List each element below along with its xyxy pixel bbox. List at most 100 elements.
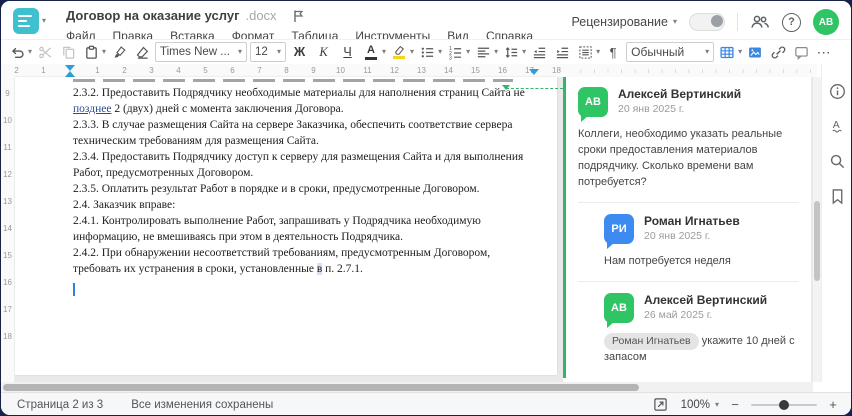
- insert-link-icon[interactable]: [768, 42, 788, 63]
- save-status: Все изменения сохранены: [131, 398, 274, 411]
- ruler-number: 18: [543, 64, 570, 77]
- user-avatar[interactable]: АВ: [813, 9, 839, 35]
- comment-author: Алексей Вертинский: [618, 87, 742, 101]
- zoom-out-button[interactable]: −: [729, 397, 741, 412]
- decrease-indent-icon[interactable]: [529, 42, 549, 63]
- highlight-color-button[interactable]: [389, 42, 409, 63]
- format-painter-icon[interactable]: [109, 42, 129, 63]
- commented-word[interactable]: позднее: [73, 103, 111, 115]
- document-page[interactable]: 2.3.2. Предоставить Подрядчику необходим…: [15, 77, 557, 375]
- help-icon[interactable]: ?: [782, 12, 801, 32]
- font-name-select[interactable]: Times New ... ▾: [155, 42, 248, 62]
- header: ▾ Договор на оказание услуг .docx Файл Пра…: [1, 1, 851, 43]
- bullet-list-icon[interactable]: [417, 42, 437, 63]
- title-block: Договор на оказание услуг .docx Файл Правк…: [66, 5, 533, 43]
- paste-menu-caret[interactable]: ▾: [102, 48, 106, 56]
- more-tools-button[interactable]: ⋯: [814, 42, 834, 63]
- paragraph-settings-icon[interactable]: [575, 42, 595, 63]
- divider: [737, 13, 738, 31]
- paragraph-2-4-2: 2.4.2. При обнаружении несоответствий тр…: [73, 247, 491, 275]
- ruler-number: 5: [192, 64, 219, 77]
- scrollbar-thumb[interactable]: [3, 383, 639, 391]
- insert-image-icon[interactable]: [745, 42, 765, 63]
- bold-button[interactable]: Ж: [289, 42, 310, 63]
- copy-icon[interactable]: [58, 42, 78, 63]
- zoom-level-button[interactable]: 100% ▾: [681, 399, 719, 411]
- italic-button[interactable]: К: [313, 42, 334, 63]
- search-icon[interactable]: [828, 152, 846, 170]
- undo-button[interactable]: [7, 42, 27, 63]
- vertical-ruler[interactable]: 9 10 11 12 13 14 15 16 17 18: [1, 77, 15, 382]
- font-color-caret[interactable]: ▾: [382, 48, 386, 56]
- ruler-number: 10: [327, 64, 354, 77]
- spellcheck-icon[interactable]: А: [828, 117, 846, 135]
- horizontal-scrollbar[interactable]: [1, 382, 813, 392]
- zoom-in-button[interactable]: +: [827, 397, 839, 412]
- comment-reply[interactable]: РИ Роман Игнатьев 20 янв 2025 г. Нам пот…: [578, 213, 799, 270]
- font-size-select[interactable]: 12 ▾: [250, 42, 287, 62]
- bookmark-icon[interactable]: [828, 187, 846, 205]
- fit-page-icon[interactable]: [651, 394, 671, 415]
- ruler-number: 10: [3, 116, 12, 125]
- zoom-slider-knob[interactable]: [779, 399, 789, 410]
- horizontal-ruler[interactable]: 2 1 1 2 3 4 5 6 7 8 9 10 11 12 13 14 15 16 17 18: [1, 64, 817, 78]
- review-mode-button[interactable]: Рецензирование ▾: [571, 15, 677, 29]
- line-spacing-icon[interactable]: [501, 42, 521, 63]
- line-spacing-caret[interactable]: ▾: [522, 48, 526, 56]
- ruler-number: 2: [3, 64, 30, 77]
- insert-table-caret[interactable]: ▾: [738, 48, 742, 56]
- underline-button[interactable]: Ч: [337, 42, 358, 63]
- font-color-button[interactable]: А: [361, 42, 381, 63]
- comment-reply[interactable]: АВ Алексей Вертинский 26 май 2025 г. Ром…: [578, 292, 799, 366]
- ruler-number: 15: [3, 251, 12, 260]
- paragraph-style-select[interactable]: Обычный ▾: [626, 42, 715, 62]
- numbered-list-icon[interactable]: 123: [445, 42, 465, 63]
- chevron-down-icon: ▾: [672, 17, 677, 26]
- scrollbar-thumb[interactable]: [814, 201, 820, 281]
- cut-icon[interactable]: [35, 42, 55, 63]
- font-name-value: Times New ...: [160, 46, 230, 58]
- comment-author: Алексей Вертинский: [644, 292, 768, 307]
- review-toggle[interactable]: [689, 13, 725, 31]
- comment[interactable]: АВ Алексей Вертинский 20 янв 2025 г. Кол…: [578, 87, 799, 191]
- paragraph-2-3-4: 2.3.4. Предоставить Подрядчику доступ к …: [73, 151, 524, 179]
- page-indicator[interactable]: Страница 2 из 3: [17, 399, 103, 411]
- clear-style-icon[interactable]: [132, 42, 152, 63]
- insert-comment-icon[interactable]: [791, 42, 811, 63]
- collaboration-users-icon[interactable]: [750, 12, 770, 33]
- status-bar: Страница 2 из 3 Все изменения сохранены …: [1, 392, 851, 415]
- ruler-number: 1: [84, 64, 111, 77]
- increase-indent-icon[interactable]: [552, 42, 572, 63]
- comment-avatar: АВ: [578, 87, 608, 122]
- paste-icon[interactable]: [81, 42, 101, 63]
- zoom-slider[interactable]: [751, 399, 817, 410]
- flag-icon[interactable]: [289, 5, 309, 26]
- ruler-number: 2: [111, 64, 138, 77]
- paragraph-settings-caret[interactable]: ▾: [596, 48, 600, 56]
- chevron-down-icon: ▾: [238, 47, 243, 56]
- numbered-list-caret[interactable]: ▾: [466, 48, 470, 56]
- ruler-number: 12: [3, 170, 12, 179]
- ruler-number: 7: [246, 64, 273, 77]
- ruler-number: 16: [3, 278, 12, 287]
- align-icon[interactable]: [473, 42, 493, 63]
- text-cursor: [73, 283, 75, 296]
- paragraph-style-value: Обычный: [631, 45, 685, 59]
- vertical-scrollbar[interactable]: [813, 77, 821, 382]
- show-marks-button[interactable]: ¶: [603, 42, 623, 63]
- align-caret[interactable]: ▾: [494, 48, 498, 56]
- info-icon[interactable]: [828, 82, 846, 100]
- ruler-number: 13: [408, 64, 435, 77]
- bullet-list-caret[interactable]: ▾: [438, 48, 442, 56]
- comment-thread[interactable]: АВ Алексей Вертинский 20 янв 2025 г. Кол…: [563, 77, 811, 378]
- insert-table-icon[interactable]: [717, 42, 737, 63]
- highlight-color-caret[interactable]: ▾: [410, 48, 414, 56]
- right-indent-marker[interactable]: [529, 69, 539, 75]
- app-menu-button[interactable]: ▾: [13, 8, 46, 34]
- ruler-numbers: 2 1 1 2 3 4 5 6 7 8 9 10 11 12 13 14 15 16 17 18: [3, 64, 570, 77]
- mention-pill[interactable]: Роман Игнатьев: [604, 332, 699, 350]
- undo-menu-caret[interactable]: ▾: [28, 48, 32, 56]
- zoom-level-value: 100%: [680, 398, 710, 411]
- toolbar: ▾ ▾ Times New ... ▾ 12 ▾ Ж К Ч А ▾ ▾ ▾ 1…: [1, 39, 851, 64]
- clipped-line: [73, 79, 513, 82]
